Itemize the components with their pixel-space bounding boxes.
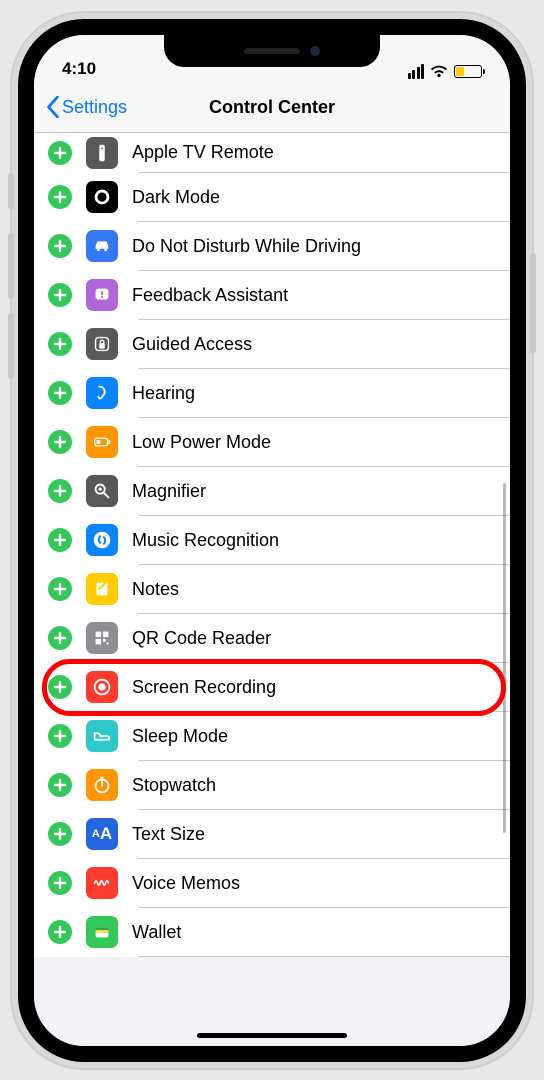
list-item[interactable]: Apple TV Remote — [34, 133, 510, 173]
home-indicator[interactable] — [197, 1033, 347, 1038]
side-button-vol-up — [8, 233, 14, 299]
qr-icon — [86, 622, 118, 654]
add-button[interactable] — [48, 479, 72, 503]
textsize-icon: AA — [86, 818, 118, 850]
list-item-label: Do Not Disturb While Driving — [132, 236, 361, 257]
add-button[interactable] — [48, 528, 72, 552]
scroll-indicator[interactable] — [503, 483, 506, 833]
chevron-left-icon — [46, 96, 60, 118]
list-item-label: Hearing — [132, 383, 195, 404]
list-item-label: Sleep Mode — [132, 726, 228, 747]
list-item[interactable]: Screen Recording — [34, 663, 510, 712]
list-item-label: Magnifier — [132, 481, 206, 502]
list-item-label: Screen Recording — [132, 677, 276, 698]
list-item[interactable]: AA Text Size — [34, 810, 510, 859]
add-button[interactable] — [48, 822, 72, 846]
notes-icon — [86, 573, 118, 605]
list-item-label: Guided Access — [132, 334, 252, 355]
ear-icon — [86, 377, 118, 409]
wave-icon — [86, 867, 118, 899]
add-button[interactable] — [48, 430, 72, 454]
list-item[interactable]: QR Code Reader — [34, 614, 510, 663]
remote-icon — [86, 137, 118, 169]
darkmode-icon — [86, 181, 118, 213]
car-icon — [86, 230, 118, 262]
wallet-icon — [86, 916, 118, 948]
list-item-label: QR Code Reader — [132, 628, 271, 649]
list-item[interactable]: Dark Mode — [34, 173, 510, 222]
list-item[interactable]: Music Recognition — [34, 516, 510, 565]
list-item-label: Voice Memos — [132, 873, 240, 894]
nav-bar: Settings Control Center — [34, 83, 510, 133]
side-button-power — [530, 253, 536, 353]
add-button[interactable] — [48, 381, 72, 405]
list-item-label: Low Power Mode — [132, 432, 271, 453]
add-button[interactable] — [48, 141, 72, 165]
record-icon — [86, 671, 118, 703]
add-button[interactable] — [48, 871, 72, 895]
add-button[interactable] — [48, 773, 72, 797]
status-icons — [408, 64, 483, 79]
side-button-silent — [8, 173, 14, 209]
stopwatch-icon — [86, 769, 118, 801]
lock-icon — [86, 328, 118, 360]
add-button[interactable] — [48, 283, 72, 307]
wifi-icon — [430, 64, 448, 78]
status-time: 4:10 — [62, 59, 96, 79]
list-item[interactable]: Do Not Disturb While Driving — [34, 222, 510, 271]
list-item[interactable]: Notes — [34, 565, 510, 614]
bottom-area — [34, 992, 510, 1046]
shazam-icon — [86, 524, 118, 556]
magnify-icon — [86, 475, 118, 507]
add-button[interactable] — [48, 626, 72, 650]
phone-frame: 4:10 Settings Control Center Apple TV Re… — [12, 13, 532, 1068]
list-item[interactable]: Guided Access — [34, 320, 510, 369]
back-label: Settings — [62, 97, 127, 118]
notch — [164, 35, 380, 67]
list-item[interactable]: Feedback Assistant — [34, 271, 510, 320]
add-button[interactable] — [48, 675, 72, 699]
list-item[interactable]: Sleep Mode — [34, 712, 510, 761]
list-item-label: Music Recognition — [132, 530, 279, 551]
list-item-label: Wallet — [132, 922, 181, 943]
list-item-label: Apple TV Remote — [132, 142, 274, 163]
front-camera — [310, 46, 320, 56]
add-button[interactable] — [48, 724, 72, 748]
list-item[interactable]: Hearing — [34, 369, 510, 418]
lowbatt-icon — [86, 426, 118, 458]
list-item[interactable]: Wallet — [34, 908, 510, 957]
list-item[interactable]: Low Power Mode — [34, 418, 510, 467]
feedback-icon — [86, 279, 118, 311]
add-button[interactable] — [48, 920, 72, 944]
list-item-label: Dark Mode — [132, 187, 220, 208]
cellular-bars-icon — [408, 64, 425, 79]
list-item[interactable]: Magnifier — [34, 467, 510, 516]
battery-icon — [454, 65, 482, 78]
controls-list[interactable]: Apple TV Remote Dark Mode Do Not Disturb W… — [34, 133, 510, 957]
separator — [138, 956, 510, 957]
list-item[interactable]: Stopwatch — [34, 761, 510, 810]
list-item[interactable]: Voice Memos — [34, 859, 510, 908]
list-item-label: Stopwatch — [132, 775, 216, 796]
add-button[interactable] — [48, 234, 72, 258]
list-item-label: Text Size — [132, 824, 205, 845]
phone-bezel: 4:10 Settings Control Center Apple TV Re… — [18, 19, 526, 1062]
back-button[interactable]: Settings — [46, 96, 127, 118]
add-button[interactable] — [48, 332, 72, 356]
add-button[interactable] — [48, 577, 72, 601]
list-item-label: Feedback Assistant — [132, 285, 288, 306]
side-button-vol-down — [8, 313, 14, 379]
list-item-label: Notes — [132, 579, 179, 600]
add-button[interactable] — [48, 185, 72, 209]
screen: 4:10 Settings Control Center Apple TV Re… — [34, 35, 510, 1046]
bed-icon — [86, 720, 118, 752]
speaker — [244, 48, 300, 54]
